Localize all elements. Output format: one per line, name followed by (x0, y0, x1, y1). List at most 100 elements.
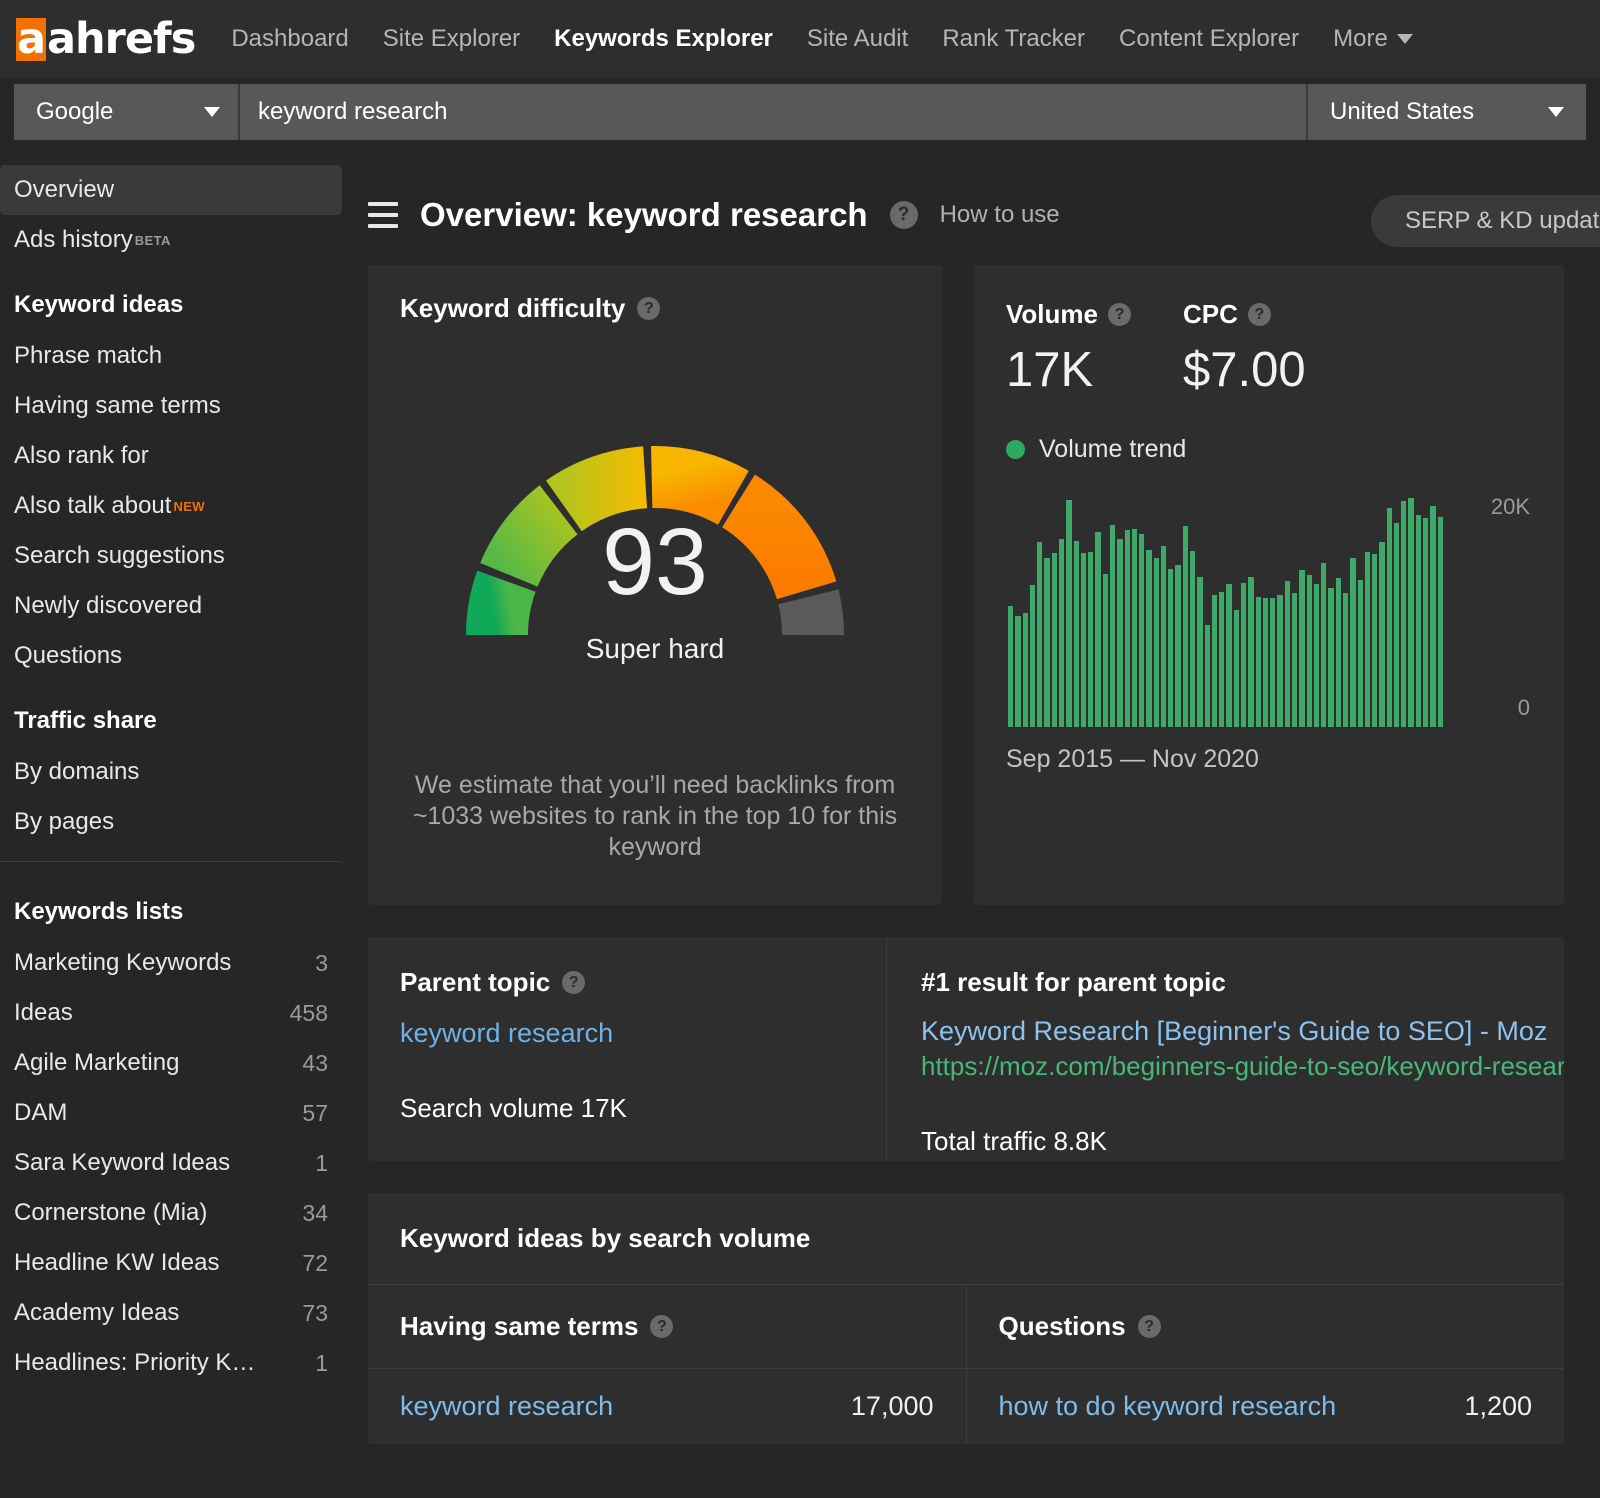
y-axis-tick-max: 20K (1491, 494, 1530, 520)
row-keyword[interactable]: how to do keyword research (999, 1391, 1337, 1422)
bar (1197, 577, 1202, 727)
keyword-difficulty-title: Keyword difficulty (400, 293, 625, 324)
bar (1110, 525, 1115, 727)
bar (1059, 539, 1064, 727)
sidebar-item-cornerstone-mia[interactable]: Cornerstone (Mia) 34 (0, 1188, 342, 1238)
cpc-metric: CPC ? $7.00 (1183, 299, 1306, 395)
sidebar-item-label: Phrase match (14, 342, 162, 370)
bar (1408, 498, 1413, 727)
questions-header: Questions ? (967, 1285, 1565, 1369)
sidebar-item-count: 3 (315, 950, 328, 977)
help-icon[interactable]: ? (1248, 303, 1271, 326)
bar (1015, 616, 1020, 727)
sidebar-item-academy-ideas[interactable]: Academy Ideas 73 (0, 1288, 342, 1338)
top-result-link[interactable]: Keyword Research [Beginner's Guide to SE… (921, 1016, 1564, 1047)
table-row[interactable]: keyword research 17,000 (368, 1369, 966, 1444)
sidebar-item-count: 1 (315, 1350, 328, 1377)
search-engine-select[interactable]: Google (14, 84, 240, 140)
metrics-cards-row: Keyword difficulty ? (342, 265, 1600, 905)
volume-trend-bars (1008, 495, 1443, 727)
ahrefs-logo[interactable]: aahrefs (16, 18, 195, 61)
chevron-down-icon (204, 107, 220, 117)
keyword-ideas-card: Keyword ideas by search volume Having sa… (368, 1193, 1564, 1444)
help-icon[interactable]: ? (1108, 303, 1131, 326)
bar (1423, 518, 1428, 727)
sidebar-item-count: 72 (302, 1250, 328, 1277)
sidebar-item-agile-marketing[interactable]: Agile Marketing 43 (0, 1038, 342, 1088)
column-header-label: Questions (999, 1311, 1126, 1342)
nav-item-site-explorer[interactable]: Site Explorer (383, 25, 520, 53)
new-badge: NEW (173, 499, 205, 514)
sidebar-item-newly-discovered[interactable]: Newly discovered (0, 581, 342, 631)
sidebar-item-search-suggestions[interactable]: Search suggestions (0, 531, 342, 581)
sidebar-section-keyword-ideas: Keyword ideas (0, 279, 342, 331)
sidebar-item-label: Agile Marketing (14, 1049, 179, 1077)
bar (1263, 598, 1268, 727)
row-volume: 1,200 (1464, 1391, 1532, 1422)
bar (1008, 606, 1013, 727)
help-icon[interactable]: ? (562, 971, 585, 994)
sidebar-item-ideas[interactable]: Ideas 458 (0, 988, 342, 1038)
spacer (0, 872, 342, 886)
bar (1307, 575, 1312, 727)
chart-date-range: Sep 2015 — Nov 2020 (1006, 745, 1532, 774)
bar (1146, 550, 1151, 727)
help-icon[interactable]: ? (890, 201, 918, 229)
nav-item-site-audit[interactable]: Site Audit (807, 25, 908, 53)
keyword-ideas-columns: Having same terms ? keyword research 17,… (368, 1284, 1564, 1444)
table-row[interactable]: how to do keyword research 1,200 (967, 1369, 1565, 1444)
bar (1212, 595, 1217, 727)
sidebar-item-also-rank-for[interactable]: Also rank for (0, 431, 342, 481)
parent-topic-keyword-link[interactable]: keyword research (400, 1018, 854, 1049)
sidebar-item-count: 458 (290, 1000, 328, 1027)
parent-topic-card: Parent topic ? keyword research Search v… (368, 937, 1564, 1161)
sidebar-item-dam[interactable]: DAM 57 (0, 1088, 342, 1138)
top-navigation-bar: aahrefs Dashboard Site Explorer Keywords… (0, 0, 1600, 78)
sidebar-item-also-talk-about[interactable]: Also talk aboutNEW (0, 481, 342, 531)
bar (1394, 523, 1399, 727)
bar (1052, 553, 1057, 727)
hamburger-menu-icon[interactable] (368, 202, 398, 228)
sidebar-item-headline-kw-ideas[interactable]: Headline KW Ideas 72 (0, 1238, 342, 1288)
sidebar-item-count: 1 (315, 1150, 328, 1177)
sidebar: Overview Ads historyBETA Keyword ideas P… (0, 165, 342, 1498)
sidebar-item-count: 34 (302, 1200, 328, 1227)
bar (1088, 552, 1093, 727)
keyword-difficulty-value: 93 (368, 515, 942, 610)
sidebar-item-having-same-terms[interactable]: Having same terms (0, 381, 342, 431)
sidebar-item-by-pages[interactable]: By pages (0, 797, 342, 847)
how-to-use-link[interactable]: How to use (940, 201, 1060, 229)
nav-item-dashboard[interactable]: Dashboard (231, 25, 348, 53)
nav-item-rank-tracker[interactable]: Rank Tracker (942, 25, 1085, 53)
sidebar-item-sara-keyword-ideas[interactable]: Sara Keyword Ideas 1 (0, 1138, 342, 1188)
legend-dot-icon (1006, 440, 1025, 459)
sidebar-item-ads-history[interactable]: Ads historyBETA (0, 215, 342, 265)
nav-item-more[interactable]: More (1333, 25, 1413, 53)
row-keyword[interactable]: keyword research (400, 1391, 613, 1422)
country-select[interactable]: United States (1306, 84, 1586, 140)
help-icon[interactable]: ? (1138, 1315, 1161, 1338)
bar (1183, 526, 1188, 727)
sidebar-item-headlines-priority[interactable]: Headlines: Priority K… 1 (0, 1338, 342, 1388)
sidebar-item-label: Search suggestions (14, 542, 225, 570)
logo-text: ahrefs (47, 14, 195, 64)
bar (1401, 501, 1406, 727)
nav-item-content-explorer[interactable]: Content Explorer (1119, 25, 1299, 53)
parent-topic-section: Parent topic ? keyword research Search v… (368, 937, 886, 1161)
sidebar-item-phrase-match[interactable]: Phrase match (0, 331, 342, 381)
sidebar-item-questions[interactable]: Questions (0, 631, 342, 681)
help-icon[interactable]: ? (650, 1315, 673, 1338)
sidebar-item-by-domains[interactable]: By domains (0, 747, 342, 797)
bar (1430, 506, 1435, 727)
sidebar-item-marketing-keywords[interactable]: Marketing Keywords 3 (0, 938, 342, 988)
help-icon[interactable]: ? (637, 297, 660, 320)
sidebar-item-label: Overview (14, 176, 114, 204)
sidebar-item-overview[interactable]: Overview (0, 165, 342, 215)
country-value: United States (1330, 98, 1474, 126)
keyword-search-input[interactable] (240, 84, 1306, 140)
nav-item-keywords-explorer[interactable]: Keywords Explorer (554, 25, 773, 53)
volume-stats: Volume ? 17K CPC ? $7.00 (1006, 299, 1532, 395)
sidebar-divider (0, 861, 342, 862)
bar (1205, 625, 1210, 727)
sidebar-item-label: By pages (14, 808, 114, 836)
